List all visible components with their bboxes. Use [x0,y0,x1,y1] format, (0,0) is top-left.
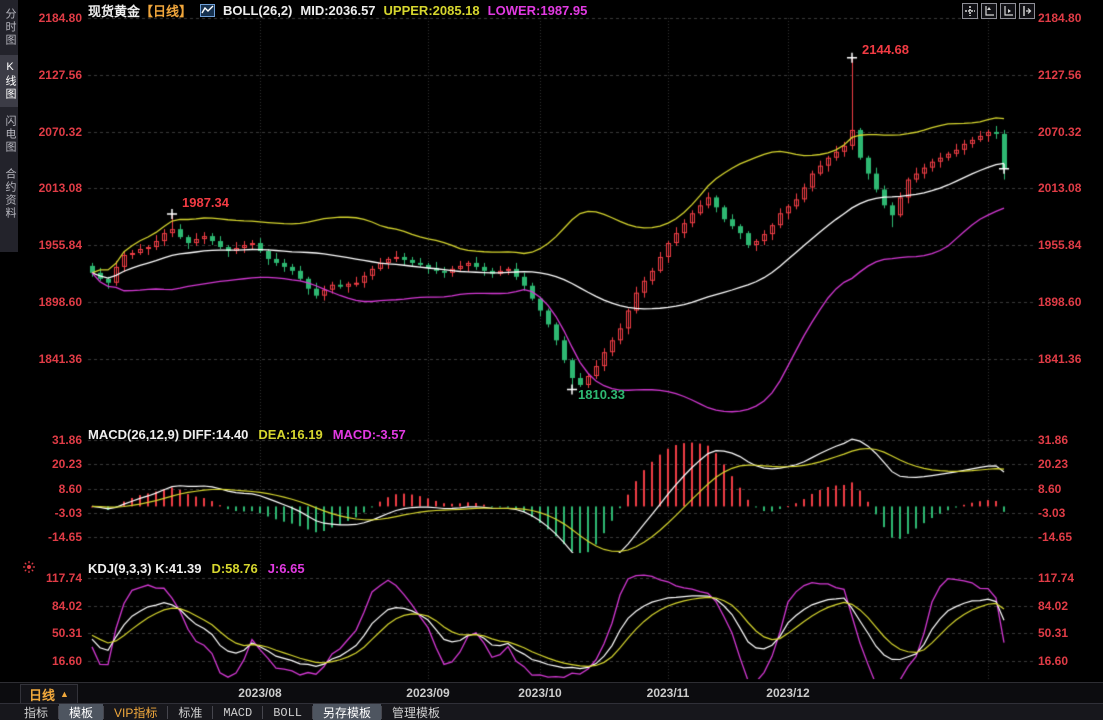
y-axis-label-left: 20.23 [18,458,82,471]
tab-标准[interactable]: 标准 [168,704,212,720]
kdj-d-value: D:58.76 [211,561,257,576]
y-axis-label-left: 1898.60 [18,296,82,309]
y-axis-label-right: 117.74 [1038,572,1100,585]
trading-app: 分时图 K线图闪电图合约资料 现货黄金【日线】 BOLL(26,2) MID:20… [0,0,1103,720]
chevron-up-icon: ▲ [60,689,69,699]
y-axis-label-right: 50.31 [1038,627,1100,640]
y-axis-label-right: 2013.08 [1038,182,1100,195]
y-axis-label-right: 8.60 [1038,483,1100,496]
macd-macd-value: MACD:-3.57 [333,427,406,442]
chart-toolbar [962,3,1035,19]
tab-MACD[interactable]: MACD [213,704,262,720]
y-axis-label-left: 1841.36 [18,353,82,366]
pan-right-icon[interactable] [1019,3,1035,19]
y-axis-label-left: 2070.32 [18,126,82,139]
y-axis-label-right: 1841.36 [1038,353,1100,366]
move-crosshair-icon[interactable] [962,3,978,19]
tab-BOLL[interactable]: BOLL [263,704,312,720]
y-axis-label-left: 84.02 [18,600,82,613]
y-axis-label-left: 2127.56 [18,69,82,82]
y-axis-label-left: 16.60 [18,655,82,668]
kdj-j-value: J:6.65 [268,561,305,576]
x-axis-month-label: 2023/11 [640,686,696,700]
kdj-settings-icon[interactable] [23,560,35,572]
y-axis-label-right: 2184.80 [1038,12,1100,25]
y-axis-label-right: 1898.60 [1038,296,1100,309]
y-axis-label-left: 2013.08 [18,182,82,195]
bottom-tabbar: 指标模板VIP指标标准MACDBOLL另存模板管理模板 [0,703,1103,720]
y-axis-label-left: 117.74 [18,572,82,585]
y-axis-label-right: 1955.84 [1038,239,1100,252]
macd-name: MACD(26,12,9) [88,427,179,442]
y-axis-label-right: -3.03 [1038,507,1100,520]
tab-管理模板[interactable]: 管理模板 [382,704,450,720]
x-axis-month-label: 2023/12 [760,686,816,700]
tab-模板[interactable]: 模板 [59,704,103,720]
y-axis-label-right: 20.23 [1038,458,1100,471]
sidebar-item-1[interactable]: K线图 [0,55,18,107]
xaxis-strip: 日线▲ 2023/08 2023/09 2023/10 2023/11 2023/12 [0,682,1103,703]
chart-template-icon[interactable] [200,4,215,17]
chart-type-sidebar: 分时图 K线图闪电图合约资料 [0,0,18,252]
sidebar-item-2[interactable]: 闪电图 [0,109,18,160]
y-axis-label-left: -14.65 [18,531,82,544]
tab-另存模板[interactable]: 另存模板 [313,704,381,720]
kdj-header: KDJ(9,3,3) K:41.39 D:58.76 J:6.65 [88,561,305,576]
y-axis-label-left: 31.86 [18,434,82,447]
y-axis-label-right: 16.60 [1038,655,1100,668]
x-axis-month-label: 2023/08 [232,686,288,700]
scale-x-axis-icon[interactable] [1000,3,1016,19]
price-annotation: 1987.34 [182,195,229,210]
y-axis-label-right: 84.02 [1038,600,1100,613]
y-axis-label-left: 8.60 [18,483,82,496]
x-axis-month-label: 2023/10 [512,686,568,700]
boll-lower-value: LOWER:1987.95 [488,3,588,18]
sidebar-item-0[interactable]: 分时图 [0,2,18,53]
symbol-name: 现货黄金【日线】 [88,1,192,20]
boll-label: BOLL(26,2) [223,3,292,18]
period-selector-button[interactable]: 日线▲ [20,684,78,704]
chart-title-bar: 现货黄金【日线】 BOLL(26,2) MID:2036.57 UPPER:20… [88,2,587,18]
candlestick-chart[interactable] [0,0,1103,720]
y-axis-label-right: 2070.32 [1038,126,1100,139]
y-axis-label-left: 50.31 [18,627,82,640]
y-axis-label-left: -3.03 [18,507,82,520]
macd-dea-value: DEA:16.19 [258,427,322,442]
boll-upper-value: UPPER:2085.18 [384,3,480,18]
tab-指标[interactable]: 指标 [14,704,58,720]
price-annotation: 2144.68 [862,42,909,57]
y-axis-label-right: 31.86 [1038,434,1100,447]
scale-y-axis-icon[interactable] [981,3,997,19]
y-axis-label-left: 2184.80 [18,12,82,25]
y-axis-label-left: 1955.84 [18,239,82,252]
price-annotation: 1810.33 [578,387,625,402]
y-axis-label-right: 2127.56 [1038,69,1100,82]
kdj-name: KDJ(9,3,3) [88,561,152,576]
y-axis-label-right: -14.65 [1038,531,1100,544]
boll-mid-value: MID:2036.57 [300,3,375,18]
sidebar-item-3[interactable]: 合约资料 [0,162,18,226]
x-axis-month-label: 2023/09 [400,686,456,700]
macd-diff-value: DIFF:14.40 [183,427,249,442]
kdj-k-value: K:41.39 [155,561,201,576]
tab-VIP指标[interactable]: VIP指标 [104,704,167,720]
macd-header: MACD(26,12,9) DIFF:14.40 DEA:16.19 MACD:… [88,427,406,442]
